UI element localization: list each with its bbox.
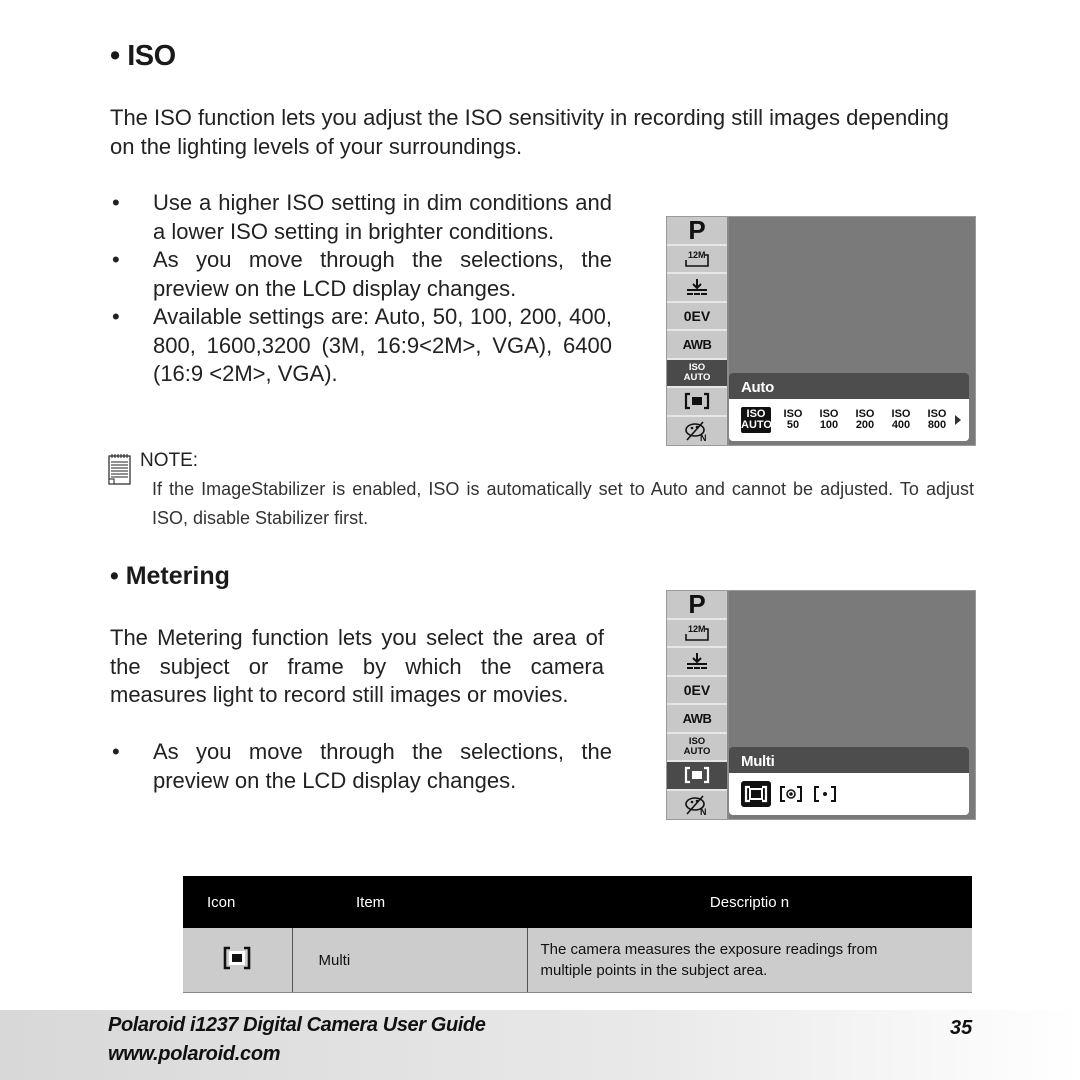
iso-auto-icon: ISO AUTO [667, 734, 727, 762]
resolution-12m-icon: 12M [667, 620, 727, 648]
popup-title: Auto [729, 373, 969, 399]
program-mode-icon: P [667, 215, 727, 246]
iso-popup-menu: Auto ISO AUTO ISO 50 ISO 100 ISO 200 ISO 400 … [729, 373, 969, 441]
popup-title: Multi [729, 747, 969, 773]
metering-icon [667, 762, 727, 791]
footer-guide-title: Polaroid i1237 Digital Camera User Guide [108, 1014, 486, 1036]
list-item: As you move through the selections, the … [110, 246, 612, 303]
iso-option-200[interactable]: ISO 200 [851, 409, 879, 431]
lcd-sidebar: P 12M 0EV AWB ISO AUTO N [667, 215, 729, 446]
svg-text:12M: 12M [688, 624, 706, 634]
multi-metering-icon [222, 946, 252, 974]
lcd-sidebar: P 12M 0EV AWB ISO AUTO N [667, 589, 729, 820]
page-number: 35 [950, 1017, 973, 1039]
list-item: As you move through the selections, the … [110, 738, 612, 795]
svg-text:N: N [700, 807, 707, 816]
arrow-right-icon[interactable] [955, 415, 961, 425]
iso-option-400[interactable]: ISO 400 [887, 409, 915, 431]
table-row: Multi The camera measures the exposure r… [183, 928, 972, 993]
note-icon [108, 453, 131, 485]
footer-url[interactable]: www.polaroid.com [108, 1043, 281, 1066]
white-balance-icon: AWB [667, 705, 727, 734]
center-metering-icon[interactable] [777, 781, 805, 807]
iso-intro: The ISO function lets you adjust the ISO… [110, 105, 949, 159]
note-text: If the ImageStabilizer is enabled, ISO i… [152, 479, 974, 528]
metering-intro: The Metering function lets you select th… [110, 625, 604, 707]
list-item: Use a higher ISO setting in dim conditio… [110, 189, 612, 246]
table-header-item: Item [292, 876, 527, 928]
iso-options: ISO AUTO ISO 50 ISO 100 ISO 200 ISO 400 ISO 80… [729, 399, 969, 441]
quality-icon [667, 648, 727, 677]
iso-heading: • ISO [110, 40, 176, 72]
resolution-12m-icon: 12M [667, 246, 727, 274]
iso-lcd-screen: P 12M 0EV AWB ISO AUTO N Auto ISO AUTO ISO… [666, 215, 976, 446]
table-header-row: Icon Item Descriptio n [183, 876, 972, 928]
program-mode-icon: P [667, 589, 727, 620]
iso-option-800[interactable]: ISO 800 [923, 409, 951, 431]
metering-icon [667, 388, 727, 417]
iso-option-auto[interactable]: ISO AUTO [741, 407, 772, 433]
metering-lcd-screen: P 12M 0EV AWB ISO AUTO N Multi [666, 589, 976, 820]
iso-option-50[interactable]: ISO 50 [779, 409, 807, 431]
spot-metering-icon[interactable] [811, 781, 839, 807]
metering-options [729, 773, 969, 815]
multi-metering-icon[interactable] [741, 781, 771, 807]
iso-auto-icon: ISO AUTO [667, 359, 727, 388]
table-cell-item: Multi [292, 928, 528, 993]
table-cell-description: The camera measures the exposure reading… [527, 928, 972, 993]
iso-option-100[interactable]: ISO 100 [815, 409, 843, 431]
iso-bullet-list: Use a higher ISO setting in dim conditio… [110, 189, 612, 389]
note-title: NOTE: [140, 450, 199, 471]
svg-text:12M: 12M [688, 250, 706, 260]
exposure-value-icon: 0EV [667, 677, 727, 705]
face-detection-icon: N [667, 791, 727, 820]
table-cell-icon [183, 928, 293, 993]
face-detection-icon: N [667, 417, 727, 446]
white-balance-icon: AWB [667, 331, 727, 360]
metering-bullet-list: As you move through the selections, the … [110, 738, 612, 795]
metering-heading: • Metering [110, 562, 230, 590]
metering-popup-menu: Multi [729, 747, 969, 815]
list-item: Available settings are: Auto, 50, 100, 2… [110, 303, 612, 389]
table-header-icon: Icon [183, 876, 292, 928]
exposure-value-icon: 0EV [667, 303, 727, 331]
quality-icon [667, 274, 727, 303]
svg-text:N: N [700, 433, 707, 442]
table-header-description: Descriptio n [527, 876, 972, 928]
metering-table: Icon Item Descriptio n Multi The camera … [183, 876, 972, 993]
